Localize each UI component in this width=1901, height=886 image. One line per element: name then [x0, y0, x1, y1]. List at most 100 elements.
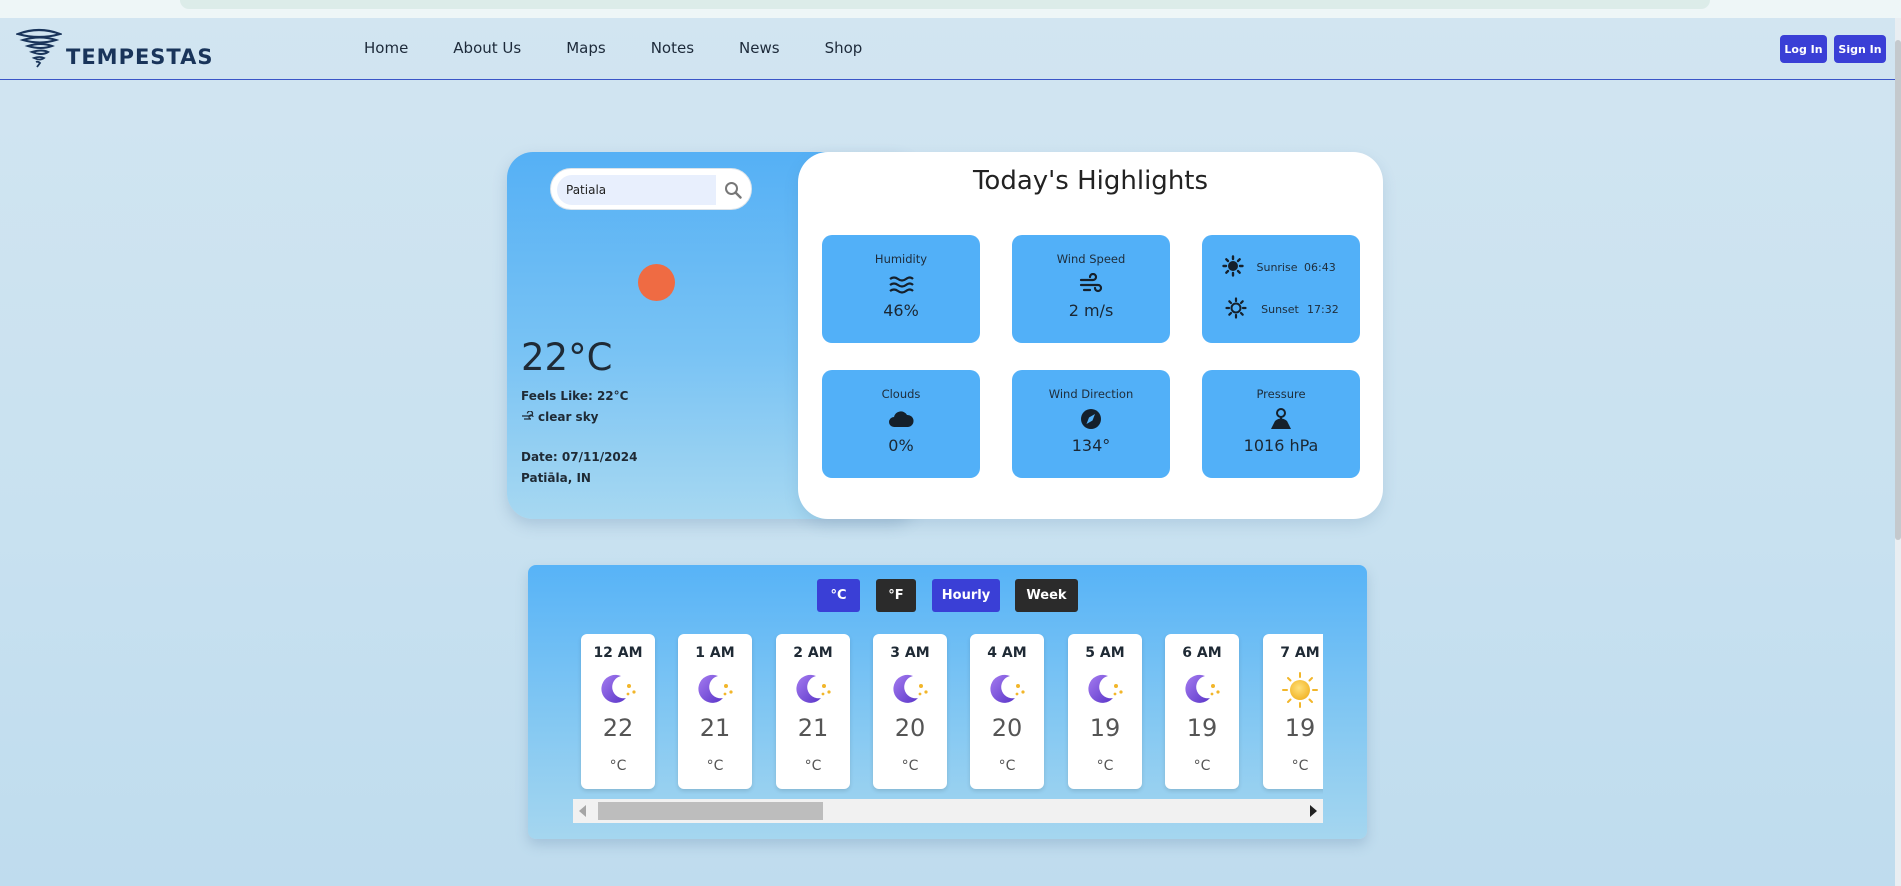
navbar: TEMPESTAS Home About Us Maps Notes News … [0, 18, 1895, 80]
hour-time: 3 AM [890, 645, 930, 661]
current-location: Patiāla, IN [521, 471, 591, 485]
hourly-scrollbar[interactable] [573, 799, 1323, 823]
hour-temp: 20 [991, 714, 1023, 742]
clouds-label: Clouds [881, 387, 921, 401]
weather-description: clear sky [521, 410, 599, 424]
sunrise-label: Sunrise [1256, 261, 1298, 274]
clouds-tile: Clouds 0% [822, 370, 980, 478]
wind-icon [1078, 272, 1104, 295]
hourly-scrollbar-thumb[interactable] [598, 802, 823, 820]
hour-card: 4 AM 20 °C [970, 634, 1044, 789]
pressure-label: Pressure [1256, 387, 1306, 401]
search-input[interactable] [557, 175, 716, 205]
browser-top-strip [0, 0, 1901, 18]
pressure-gauge-icon [1268, 408, 1294, 430]
sun-times-tile: Sunrise 06:43 Sunset 17:32 [1202, 235, 1360, 343]
nav-link-shop[interactable]: Shop [825, 39, 863, 57]
nav-link-news[interactable]: News [739, 39, 780, 57]
search-icon[interactable] [724, 181, 742, 203]
hour-card: 3 AM 20 °C [873, 634, 947, 789]
hour-card: 2 AM 21 °C [776, 634, 850, 789]
scroll-left-arrow-icon[interactable] [579, 805, 586, 817]
humidity-waves-icon [888, 273, 914, 295]
weather-condition-icon [638, 264, 675, 301]
highlights-title: Today's Highlights [972, 166, 1209, 196]
sunset-value: 17:32 [1307, 303, 1339, 316]
sunset-icon [1225, 297, 1247, 322]
hour-card: 5 AM 19 °C [1068, 634, 1142, 789]
hour-time: 5 AM [1085, 645, 1125, 661]
weather-description-text: clear sky [538, 410, 599, 424]
tornado-icon [14, 28, 64, 72]
hour-unit: °C [1193, 758, 1211, 774]
hourly-forecast-strip[interactable]: 12 AM 22 °C 1 AM 21 °C 2 AM 21 °C 3 AM 2… [573, 634, 1323, 794]
nav-link-notes[interactable]: Notes [651, 39, 694, 57]
moon-stars-icon [794, 672, 832, 708]
hour-card: 6 AM 19 °C [1165, 634, 1239, 789]
pressure-tile: Pressure 1016 hPa [1202, 370, 1360, 478]
hour-temp: 22 [602, 714, 634, 742]
hour-card: 7 AM 19 °C [1263, 634, 1323, 789]
hour-temp: 21 [699, 714, 731, 742]
moon-stars-icon [891, 672, 929, 708]
sunrise-row: Sunrise 06:43 [1222, 255, 1336, 280]
hour-unit: °C [609, 758, 627, 774]
logo[interactable]: TEMPESTAS [14, 28, 214, 72]
hour-temp: 20 [894, 714, 926, 742]
hour-time: 4 AM [987, 645, 1027, 661]
sun-icon [1281, 672, 1319, 708]
hour-temp: 19 [1284, 714, 1316, 742]
hour-card: 1 AM 21 °C [678, 634, 752, 789]
page-scrollbar[interactable] [1895, 18, 1901, 886]
moon-stars-icon [1086, 672, 1124, 708]
nav-link-home[interactable]: Home [364, 39, 408, 57]
todays-highlights-card: Today's Highlights Humidity 46% Wind Spe… [798, 152, 1383, 519]
nav-link-about-us[interactable]: About Us [453, 39, 521, 57]
hour-unit: °C [706, 758, 724, 774]
hour-temp: 21 [797, 714, 829, 742]
hour-temp: 19 [1186, 714, 1218, 742]
cloud-icon [888, 408, 914, 430]
hour-time: 7 AM [1280, 645, 1320, 661]
login-button[interactable]: Log In [1780, 35, 1827, 63]
sunset-row: Sunset 17:32 [1225, 297, 1339, 322]
week-toggle[interactable]: Week [1015, 579, 1078, 612]
moon-stars-icon [599, 672, 637, 708]
compass-icon [1078, 408, 1104, 430]
hour-time: 1 AM [695, 645, 735, 661]
feels-like: Feels Like: 22°C [521, 389, 629, 403]
hour-time: 6 AM [1182, 645, 1222, 661]
nav-link-maps[interactable]: Maps [566, 39, 605, 57]
moon-stars-icon [1183, 672, 1221, 708]
wind-swirl-icon [521, 410, 538, 424]
hour-unit: °C [804, 758, 822, 774]
hour-unit: °C [1096, 758, 1114, 774]
pressure-value: 1016 hPa [1243, 436, 1319, 455]
fahrenheit-toggle[interactable]: °F [876, 579, 916, 612]
hourly-toggle[interactable]: Hourly [932, 579, 1000, 612]
sunrise-icon [1222, 255, 1244, 280]
current-date: Date: 07/11/2024 [521, 450, 638, 464]
wind-direction-value: 134° [1071, 436, 1111, 455]
moon-stars-icon [696, 672, 734, 708]
celsius-toggle[interactable]: °C [817, 579, 860, 612]
page-scrollbar-thumb[interactable] [1895, 40, 1901, 540]
wind-speed-tile: Wind Speed 2 m/s [1012, 235, 1170, 343]
wind-direction-label: Wind Direction [1048, 387, 1134, 401]
current-temperature: 22°C [521, 336, 613, 379]
clouds-value: 0% [888, 436, 914, 455]
forecast-panel: °C °F Hourly Week 12 AM 22 °C 1 AM 21 °C… [528, 565, 1367, 839]
nav-links: Home About Us Maps Notes News Shop [364, 39, 907, 57]
hour-unit: °C [901, 758, 919, 774]
humidity-label: Humidity [874, 252, 928, 266]
search-box [550, 168, 752, 210]
humidity-value: 46% [883, 301, 919, 320]
scroll-right-arrow-icon[interactable] [1310, 805, 1317, 817]
wind-speed-value: 2 m/s [1068, 301, 1114, 320]
moon-stars-icon [988, 672, 1026, 708]
top-pill [180, 0, 1710, 9]
logo-text: TEMPESTAS [66, 45, 214, 69]
hour-unit: °C [1291, 758, 1309, 774]
hour-card: 12 AM 22 °C [581, 634, 655, 789]
signin-button[interactable]: Sign In [1834, 35, 1886, 63]
